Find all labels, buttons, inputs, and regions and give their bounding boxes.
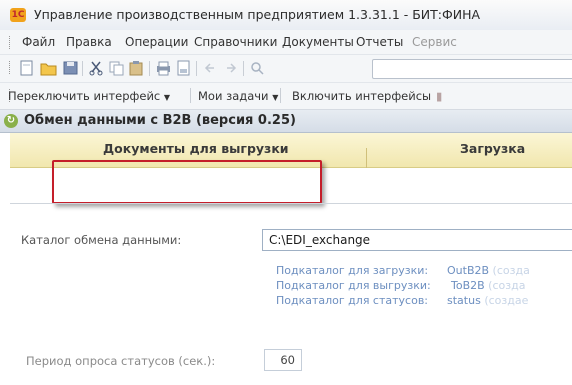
copy-icon[interactable] (108, 60, 125, 76)
subcatalog-import-label: Подкаталог для загрузки: (276, 264, 429, 277)
menu-documents[interactable]: Документы (282, 35, 354, 49)
form-title: Обмен данными с B2B (версия 0.25) (24, 113, 296, 128)
subcatalog-status-value: status (создае (447, 294, 529, 307)
toolbar-overflow-icon[interactable]: ▮ (436, 89, 442, 103)
subcatalog-export-value: ToB2B (созда (451, 279, 526, 292)
print-icon[interactable] (155, 60, 172, 76)
window-title: Управление производственным предприятием… (34, 7, 481, 22)
menu-file[interactable]: Файл (22, 35, 55, 49)
search-input[interactable] (372, 59, 572, 79)
form-icon: ↻ (4, 114, 18, 128)
switch-interface-button[interactable]: Переключить интерфейс ▼ (8, 89, 170, 103)
subcatalog-import-value: OutB2B (созда (447, 264, 530, 277)
search-icon[interactable] (249, 60, 266, 76)
toolbar-separator (149, 61, 150, 76)
tab-underline (10, 203, 572, 204)
toolbar-grip (9, 61, 12, 74)
new-icon[interactable] (18, 60, 35, 76)
catalog-path-input[interactable]: C:\EDI_exchange (262, 229, 572, 251)
subcatalog-export-label: Подкаталог для выгрузки: (276, 279, 431, 292)
my-tasks-button[interactable]: Мои задачи ▼ (198, 89, 278, 103)
toolbar-separator (196, 61, 197, 76)
toolbar-separator (243, 61, 244, 76)
my-tasks-label: Мои задачи (198, 89, 269, 103)
tab-import[interactable]: Загрузка (460, 141, 525, 163)
save-icon[interactable] (62, 60, 79, 76)
period-input[interactable]: 60 (264, 349, 302, 371)
cut-icon[interactable] (88, 60, 105, 76)
open-folder-icon[interactable] (40, 60, 57, 76)
menu-reports[interactable]: Отчеты (356, 35, 403, 49)
switch-interface-label: Переключить интерфейс (8, 89, 161, 103)
menu-operations[interactable]: Операции (125, 35, 188, 49)
title-bar: 1C Управление производственным предприят… (0, 0, 572, 31)
catalog-label: Каталог обмена данными: (21, 233, 182, 247)
paste-icon[interactable] (128, 60, 145, 76)
menu-bar: Файл Правка Операции Справочники Докумен… (0, 30, 572, 55)
tab-divider (366, 148, 367, 168)
form-header: ↻ Обмен данными с B2B (версия 0.25) (0, 110, 572, 133)
toolbar-separator (280, 88, 281, 103)
subcatalog-status-label: Подкаталог для статусов: (276, 294, 429, 307)
menu-grip (9, 36, 12, 49)
forward-icon[interactable] (222, 60, 239, 76)
toolbar-separator (82, 61, 83, 76)
interface-bar: Переключить интерфейс ▼ Мои задачи ▼ Вкл… (0, 83, 572, 110)
menu-edit[interactable]: Правка (66, 35, 112, 49)
dropdown-arrow-icon: ▼ (163, 93, 171, 102)
tab-highlight-frame (52, 160, 322, 204)
enable-interfaces-button[interactable]: Включить интерфейсы (292, 89, 431, 103)
toolbar (0, 55, 572, 83)
menu-directories[interactable]: Справочники (194, 35, 277, 49)
app-logo-icon: 1C (10, 8, 26, 22)
toolbar-separator (190, 88, 191, 103)
back-icon[interactable] (202, 60, 219, 76)
dropdown-arrow-icon: ▼ (272, 93, 279, 102)
period-label: Период опроса статусов (сек.): (26, 354, 216, 368)
menu-service[interactable]: Сервис (412, 35, 457, 49)
preview-icon[interactable] (175, 60, 192, 76)
